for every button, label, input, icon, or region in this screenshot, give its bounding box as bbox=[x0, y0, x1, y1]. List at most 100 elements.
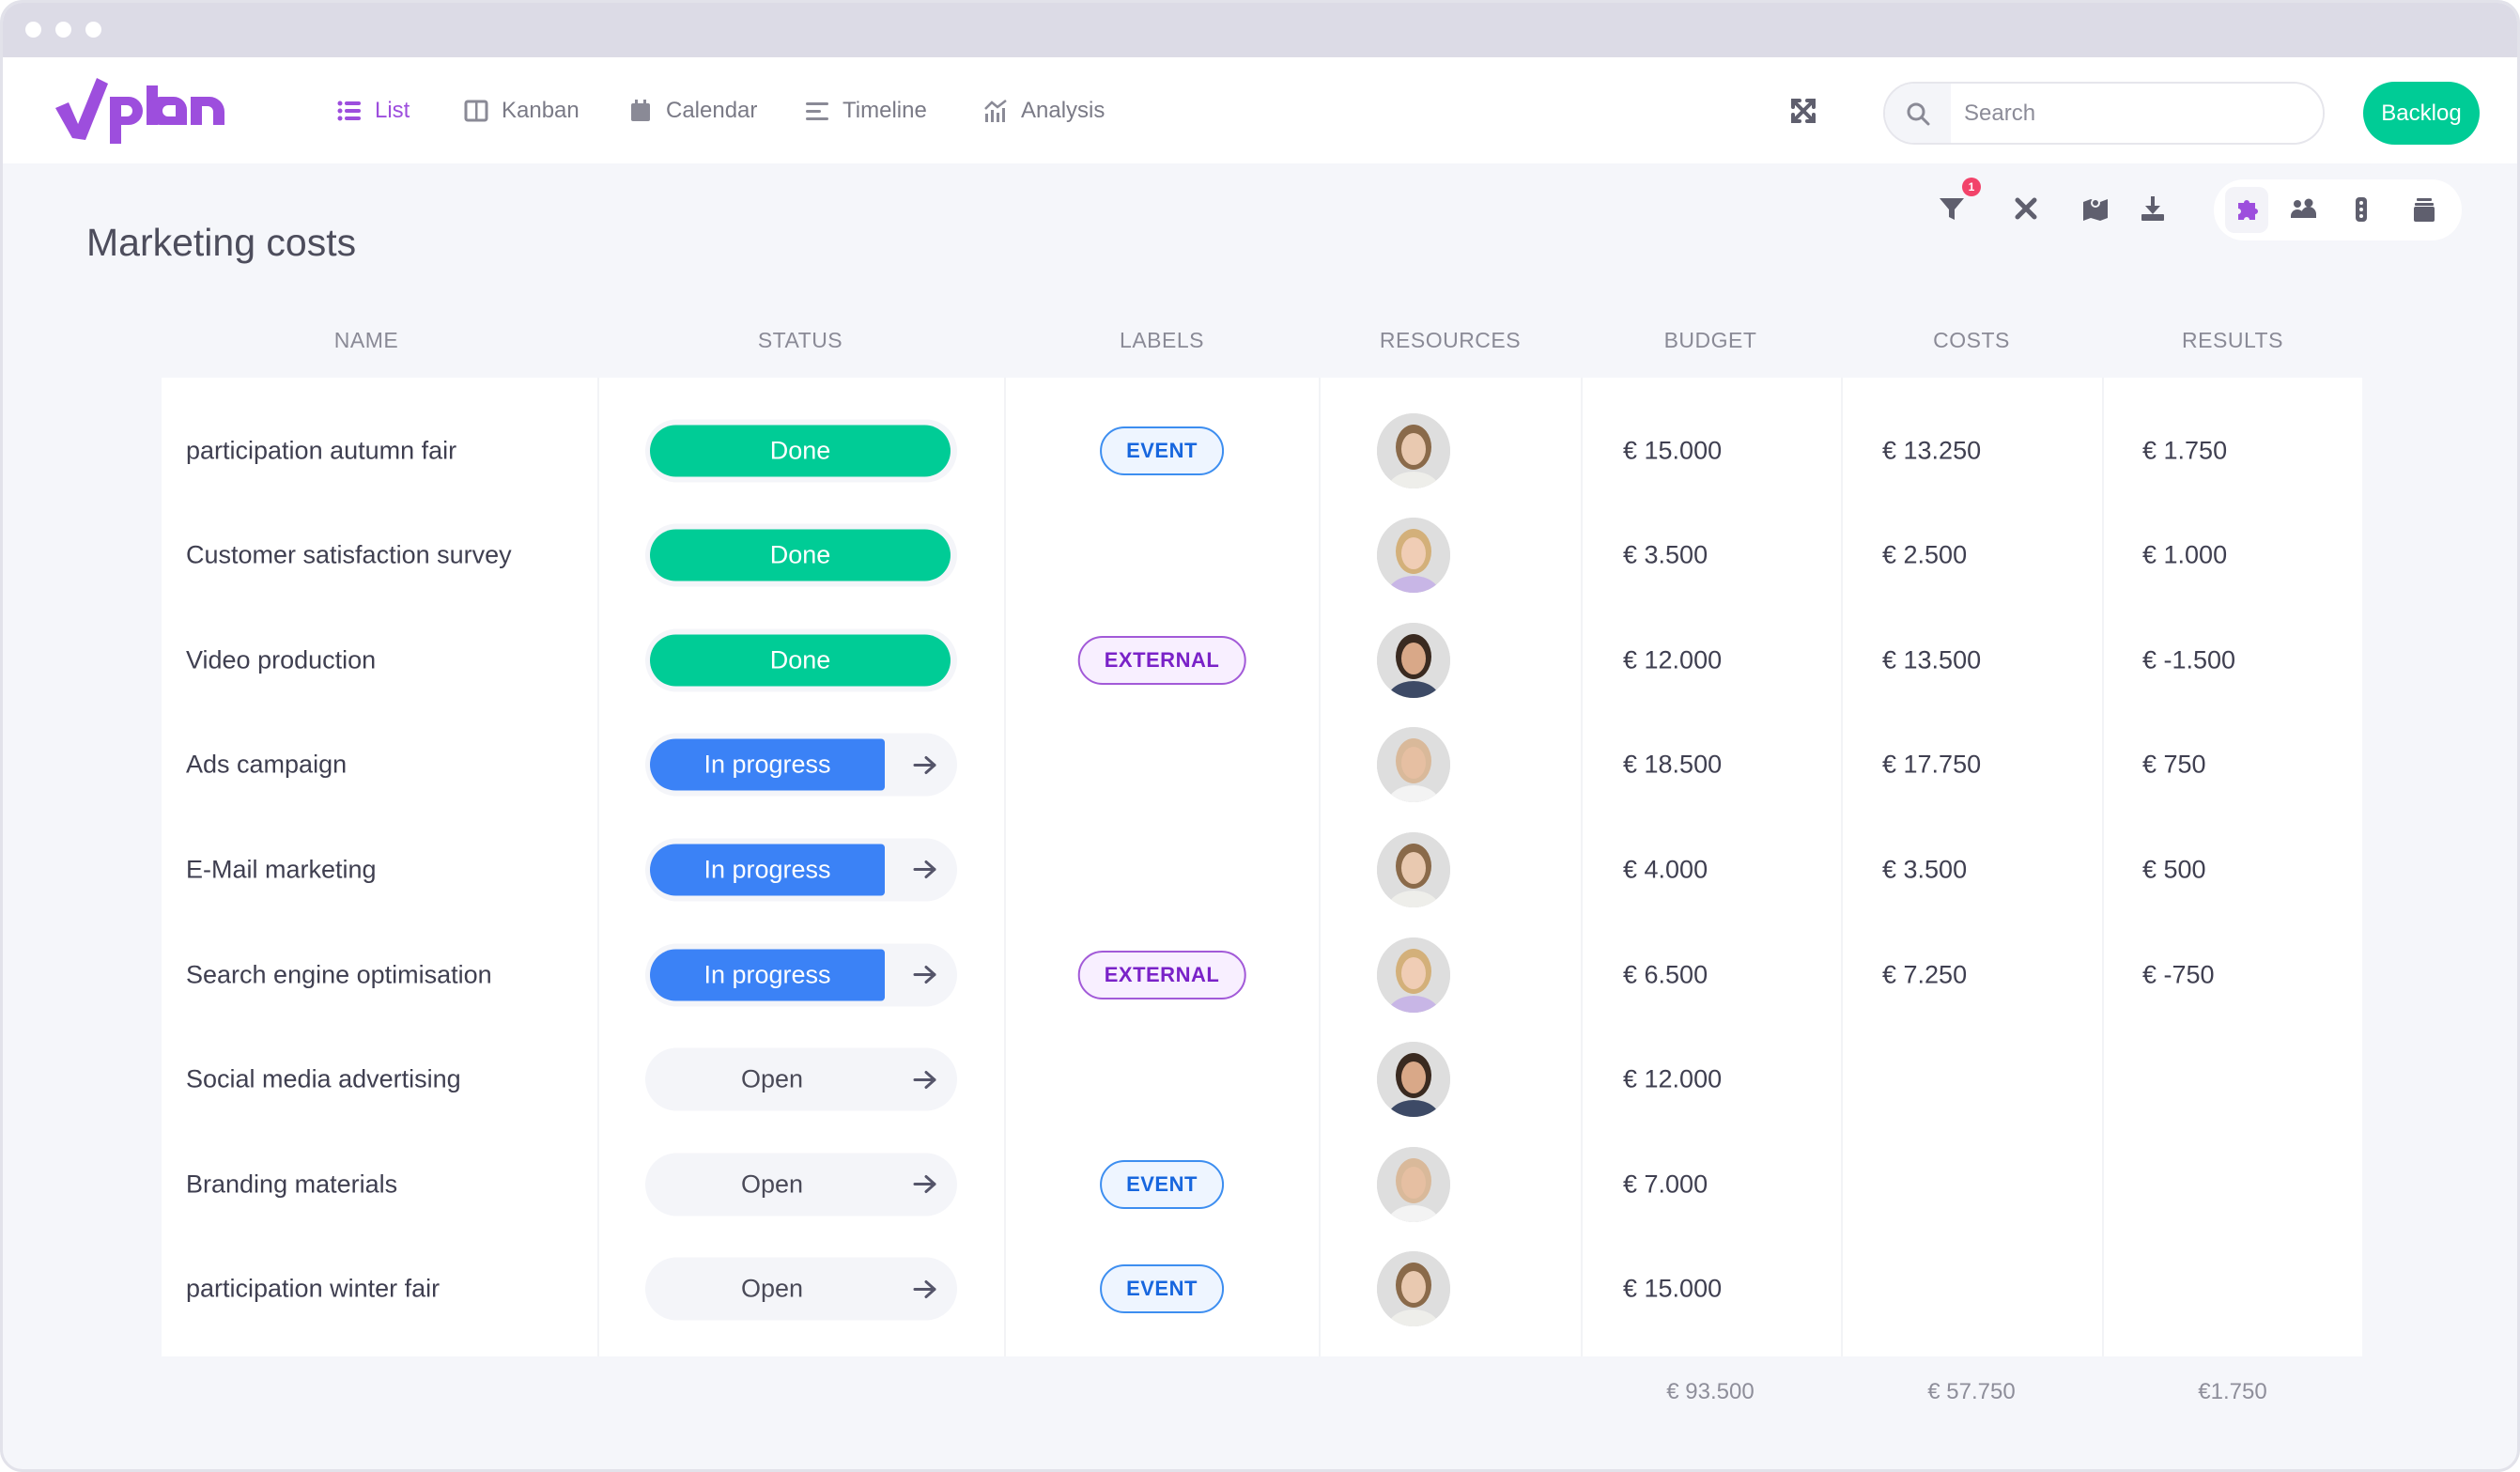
label-badge[interactable]: EXTERNAL bbox=[1077, 950, 1246, 999]
table-row[interactable]: Customer satisfaction survey Done € 3.50… bbox=[162, 504, 2362, 608]
app-header: List Kanban Calendar Timeline Analysis B… bbox=[3, 57, 2517, 163]
row-name[interactable]: E-Mail marketing bbox=[186, 855, 377, 884]
filter-button[interactable] bbox=[1936, 193, 1968, 225]
window-dot-minimize[interactable] bbox=[55, 22, 71, 38]
avatar[interactable] bbox=[1377, 622, 1450, 698]
traffic-light-button[interactable] bbox=[2345, 194, 2377, 225]
row-name[interactable]: Ads campaign bbox=[186, 751, 347, 780]
table-row[interactable]: participation autumn fair Done EVENT € 15… bbox=[162, 398, 2362, 503]
costs-value: € 13.250 bbox=[1882, 436, 1982, 464]
avatar[interactable] bbox=[1377, 518, 1450, 594]
label-badge[interactable]: EVENT bbox=[1100, 1264, 1224, 1314]
avatar[interactable] bbox=[1377, 727, 1450, 803]
status-pill[interactable]: In progress bbox=[645, 943, 957, 1006]
plugins-button[interactable] bbox=[2231, 194, 2263, 225]
results-value: € -750 bbox=[2142, 960, 2215, 988]
avatar[interactable] bbox=[1377, 1146, 1450, 1222]
row-name[interactable]: Video production bbox=[186, 645, 376, 674]
status-label: Done bbox=[650, 529, 951, 581]
window-dot-close[interactable] bbox=[25, 22, 41, 38]
nav-label: Analysis bbox=[1021, 98, 1105, 123]
users-settings-icon bbox=[2291, 198, 2316, 218]
arrow-right-icon[interactable] bbox=[912, 753, 938, 776]
status-pill[interactable]: Done bbox=[645, 419, 957, 482]
download-button[interactable] bbox=[2137, 193, 2169, 225]
search-box bbox=[1883, 82, 2325, 145]
table-row[interactable]: participation winter fair Open EVENT € 15… bbox=[162, 1237, 2362, 1341]
arrow-right-icon[interactable] bbox=[912, 1173, 938, 1196]
column-header-costs[interactable]: COSTS bbox=[1933, 328, 2010, 353]
arrow-right-icon[interactable] bbox=[912, 859, 938, 881]
tools-button[interactable] bbox=[2010, 193, 2042, 225]
nav-timeline[interactable]: Timeline bbox=[805, 92, 927, 130]
search-input[interactable] bbox=[1951, 84, 2323, 143]
table-row[interactable]: Search engine optimisation In progress EX… bbox=[162, 922, 2362, 1027]
column-header-labels[interactable]: LABELS bbox=[1120, 328, 1204, 353]
budget-value: € 6.500 bbox=[1623, 960, 1708, 988]
search-icon[interactable] bbox=[1885, 84, 1951, 143]
status-label: In progress bbox=[650, 738, 885, 791]
map-button[interactable] bbox=[2079, 193, 2111, 225]
row-name[interactable]: participation autumn fair bbox=[186, 436, 456, 465]
vplan-logo[interactable] bbox=[55, 78, 240, 144]
table-row[interactable]: Branding materials Open EVENT € 7.000 bbox=[162, 1132, 2362, 1236]
view-toggle-group bbox=[2214, 179, 2462, 240]
table-row[interactable]: E-Mail marketing In progress € 4.000 € 3.… bbox=[162, 817, 2362, 922]
window-titlebar bbox=[3, 3, 2517, 57]
avatar[interactable] bbox=[1377, 1251, 1450, 1327]
avatar[interactable] bbox=[1377, 937, 1450, 1013]
arrow-right-icon[interactable] bbox=[912, 964, 938, 986]
status-pill[interactable]: Open bbox=[645, 1153, 957, 1216]
arrow-right-icon[interactable] bbox=[912, 1278, 938, 1300]
column-header-status[interactable]: STATUS bbox=[758, 328, 843, 353]
column-header-name[interactable]: NAME bbox=[334, 328, 398, 353]
nav-label: Timeline bbox=[843, 98, 927, 123]
results-value: € 1.000 bbox=[2142, 540, 2228, 569]
budget-value: € 15.000 bbox=[1623, 1274, 1723, 1303]
column-header-resources[interactable]: RESOURCES bbox=[1380, 328, 1521, 353]
results-value: € 1.750 bbox=[2142, 436, 2228, 464]
label-badge[interactable]: EVENT bbox=[1100, 426, 1224, 475]
status-pill[interactable]: Open bbox=[645, 1047, 957, 1111]
row-name[interactable]: Customer satisfaction survey bbox=[186, 541, 512, 570]
calendar-icon bbox=[631, 100, 650, 121]
avatar[interactable] bbox=[1377, 1042, 1450, 1118]
column-header-budget[interactable]: BUDGET bbox=[1664, 328, 1757, 353]
column-header-results[interactable]: RESULTS bbox=[2182, 328, 2283, 353]
backlog-button[interactable]: Backlog bbox=[2363, 82, 2480, 145]
archive-button[interactable] bbox=[2408, 194, 2440, 225]
status-pill[interactable]: Done bbox=[645, 628, 957, 692]
row-name[interactable]: participation winter fair bbox=[186, 1275, 440, 1304]
arrow-right-icon[interactable] bbox=[912, 1068, 938, 1091]
row-name[interactable]: Search engine optimisation bbox=[186, 960, 492, 989]
filter-icon bbox=[1940, 198, 1964, 220]
avatar[interactable] bbox=[1377, 831, 1450, 907]
results-value: € 750 bbox=[2142, 750, 2206, 779]
nav-list[interactable]: List bbox=[337, 92, 410, 130]
list-icon bbox=[337, 101, 361, 121]
label-badge[interactable]: EXTERNAL bbox=[1077, 635, 1246, 685]
nav-kanban[interactable]: Kanban bbox=[464, 92, 580, 130]
table-row[interactable]: Ads campaign In progress € 18.500 € 17.75… bbox=[162, 713, 2362, 817]
nav-analysis[interactable]: Analysis bbox=[983, 92, 1105, 130]
row-name[interactable]: Branding materials bbox=[186, 1170, 397, 1199]
avatar[interactable] bbox=[1377, 412, 1450, 488]
nav-calendar[interactable]: Calendar bbox=[628, 92, 757, 130]
window-dot-maximize[interactable] bbox=[85, 22, 101, 38]
table-row[interactable]: Video production Done EXTERNAL € 12.000 € … bbox=[162, 608, 2362, 712]
label-badge[interactable]: EVENT bbox=[1100, 1159, 1224, 1209]
budget-value: € 7.000 bbox=[1623, 1170, 1708, 1199]
status-label: Done bbox=[650, 425, 951, 476]
status-pill[interactable]: Open bbox=[645, 1257, 957, 1321]
expand-icon[interactable] bbox=[1789, 97, 1817, 125]
table-row[interactable]: Social media advertising Open € 12.000 bbox=[162, 1028, 2362, 1132]
status-pill[interactable]: In progress bbox=[645, 733, 957, 797]
total-costs: € 57.750 bbox=[1927, 1379, 2016, 1404]
status-pill[interactable]: In progress bbox=[645, 838, 957, 902]
budget-value: € 12.000 bbox=[1623, 1064, 1723, 1093]
status-label: In progress bbox=[650, 844, 885, 896]
budget-value: € 18.500 bbox=[1623, 750, 1723, 779]
status-pill[interactable]: Done bbox=[645, 523, 957, 587]
users-settings-button[interactable] bbox=[2288, 194, 2320, 225]
row-name[interactable]: Social media advertising bbox=[186, 1065, 461, 1094]
